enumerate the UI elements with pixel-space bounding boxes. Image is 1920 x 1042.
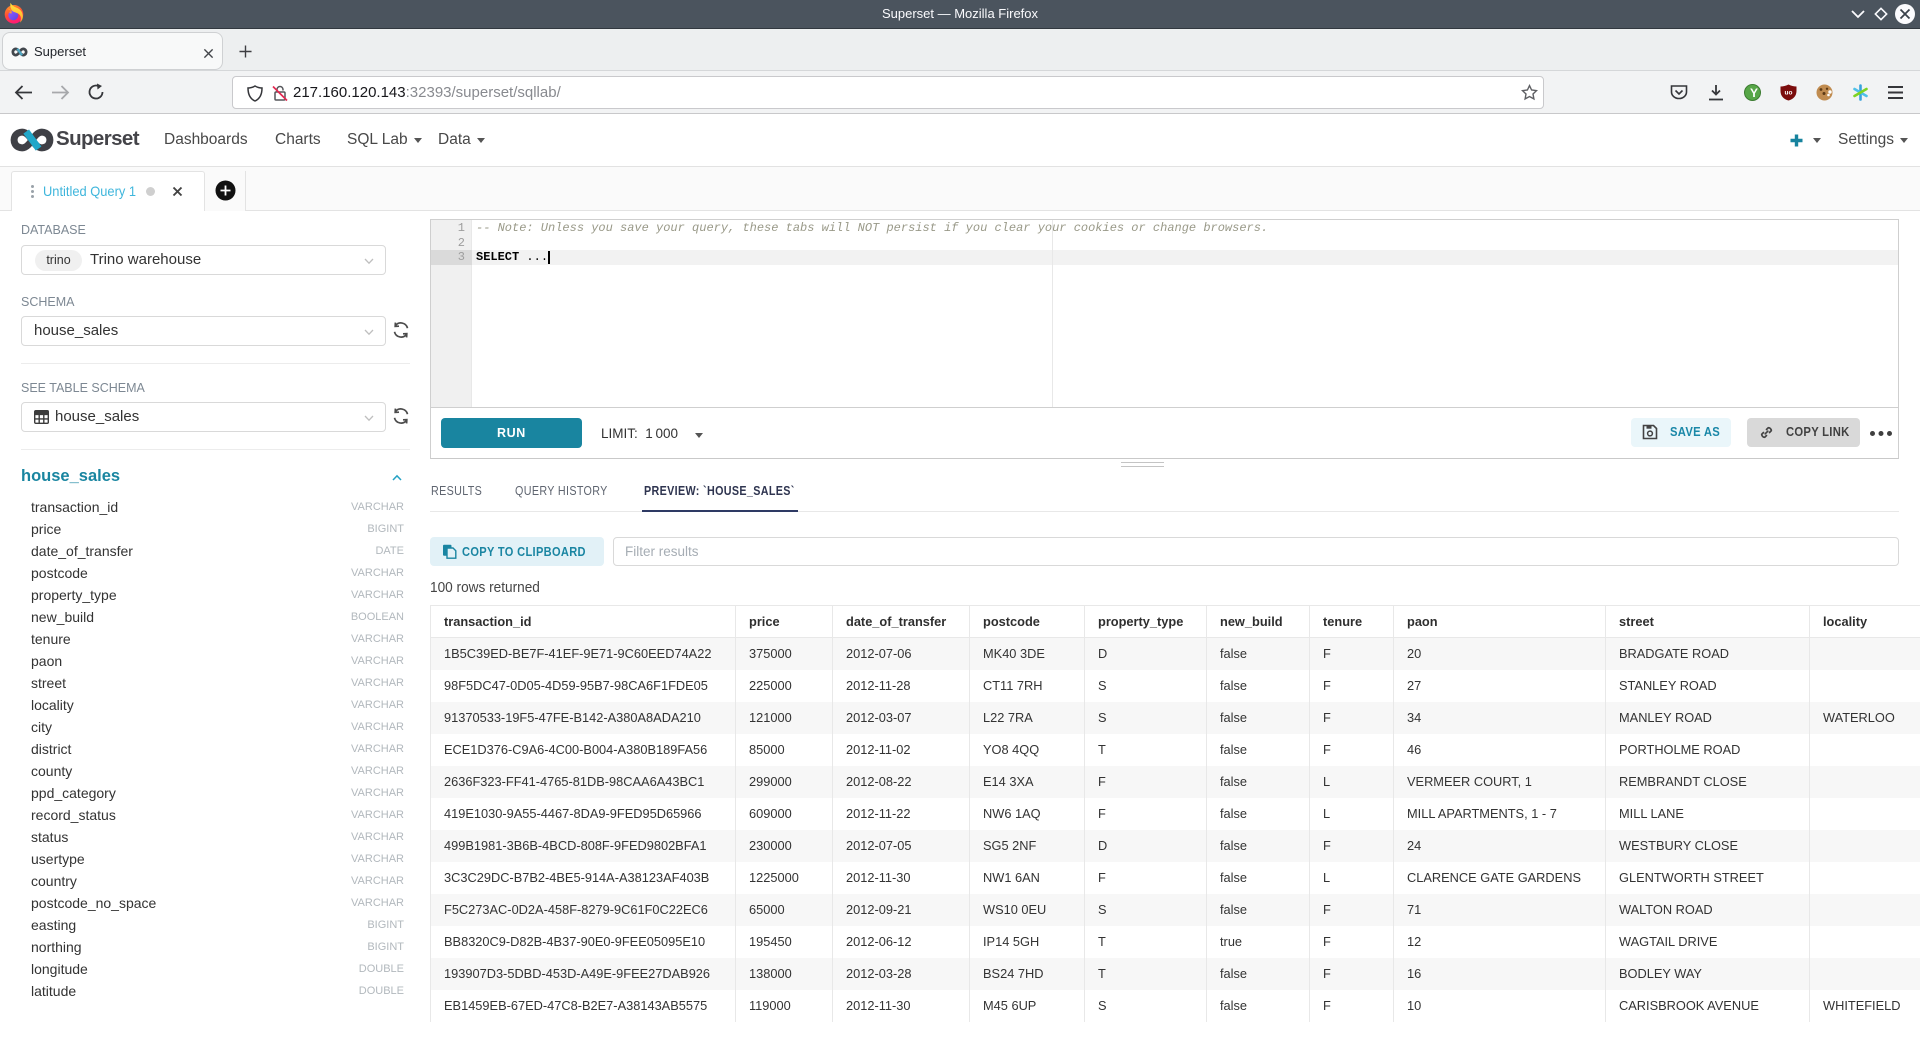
svg-text:uo: uo [1785,90,1793,97]
